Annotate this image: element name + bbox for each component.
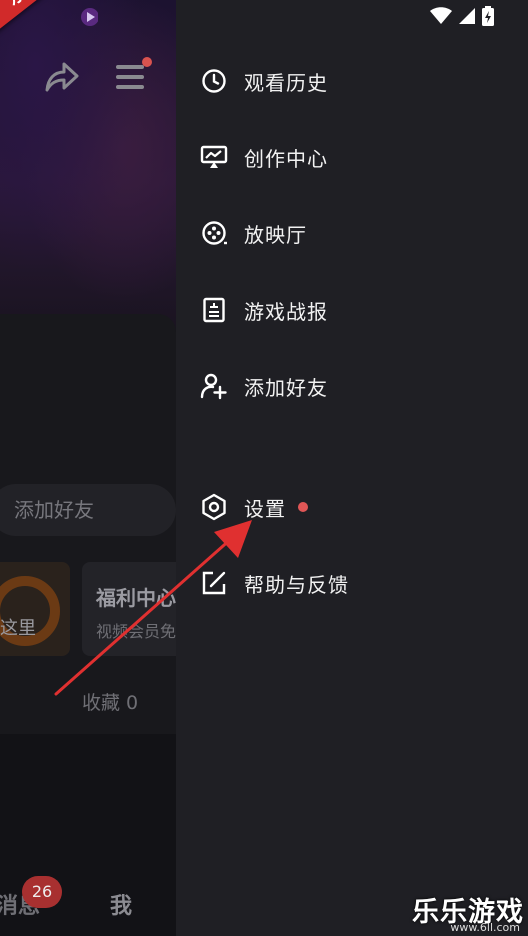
menu-item-label: 设置	[244, 496, 286, 521]
status-bar	[430, 6, 494, 30]
menu-item-help-feedback[interactable]: 帮助与反馈	[200, 563, 349, 603]
menu-item-creator-center[interactable]: 创作中心	[200, 137, 328, 177]
menu-icon	[114, 62, 146, 96]
report-icon	[200, 296, 228, 324]
battery-icon	[482, 6, 494, 30]
menu-item-label: 观看历史	[244, 70, 328, 95]
favorites-count: 收藏 0	[82, 692, 139, 714]
background-profile-page: 添加好友 这里 福利中心 视频会员免 收藏 0 消息 26 我	[0, 0, 176, 936]
tile-welfare-title: 福利中心	[96, 586, 176, 610]
menu-notification-dot	[142, 57, 152, 67]
settings-hexagon-icon	[200, 493, 228, 521]
menu-item-settings[interactable]: 设置	[200, 487, 308, 527]
tile-welfare-subtitle: 视频会员免	[96, 622, 176, 641]
tile-welfare-center: 福利中心 视频会员免	[82, 562, 176, 656]
film-reel-icon	[200, 219, 228, 247]
menu-item-label: 放映厅	[244, 222, 307, 247]
menu-item-label: 游戏战报	[244, 299, 328, 324]
monitor-chart-icon	[200, 143, 228, 171]
menu-item-watch-history[interactable]: 观看历史	[200, 61, 328, 101]
tile-feature: 这里	[0, 562, 70, 656]
profile-hero-background	[0, 0, 176, 330]
menu-item-game-report[interactable]: 游戏战报	[200, 290, 328, 330]
add-user-icon	[200, 372, 228, 400]
status-app-icons	[68, 6, 99, 32]
tab-me: 我	[110, 894, 133, 919]
edit-feedback-icon	[200, 569, 228, 597]
tile-feature-text: 这里	[0, 618, 36, 639]
menu-item-label: 帮助与反馈	[244, 572, 349, 597]
add-friend-input: 添加好友	[0, 484, 176, 536]
menu-item-add-friend[interactable]: 添加好友	[200, 366, 328, 406]
signal-icon	[458, 7, 476, 29]
menu-item-label: 创作中心	[244, 146, 328, 171]
site-watermark: 乐乐游戏 www.6ll.com	[410, 890, 528, 936]
watermark-url: www.6ll.com	[450, 921, 520, 934]
settings-notification-dot	[298, 502, 308, 512]
messages-badge: 26	[22, 876, 62, 908]
clock-icon	[200, 67, 228, 95]
share-icon	[44, 60, 80, 98]
menu-item-screening-room[interactable]: 放映厅	[200, 213, 307, 253]
side-drawer: 观看历史 创作中心 放映厅 游戏战报 添加好友 设置 帮助与反馈	[176, 0, 528, 936]
menu-item-label: 添加好友	[244, 375, 328, 400]
wifi-icon	[430, 7, 452, 29]
